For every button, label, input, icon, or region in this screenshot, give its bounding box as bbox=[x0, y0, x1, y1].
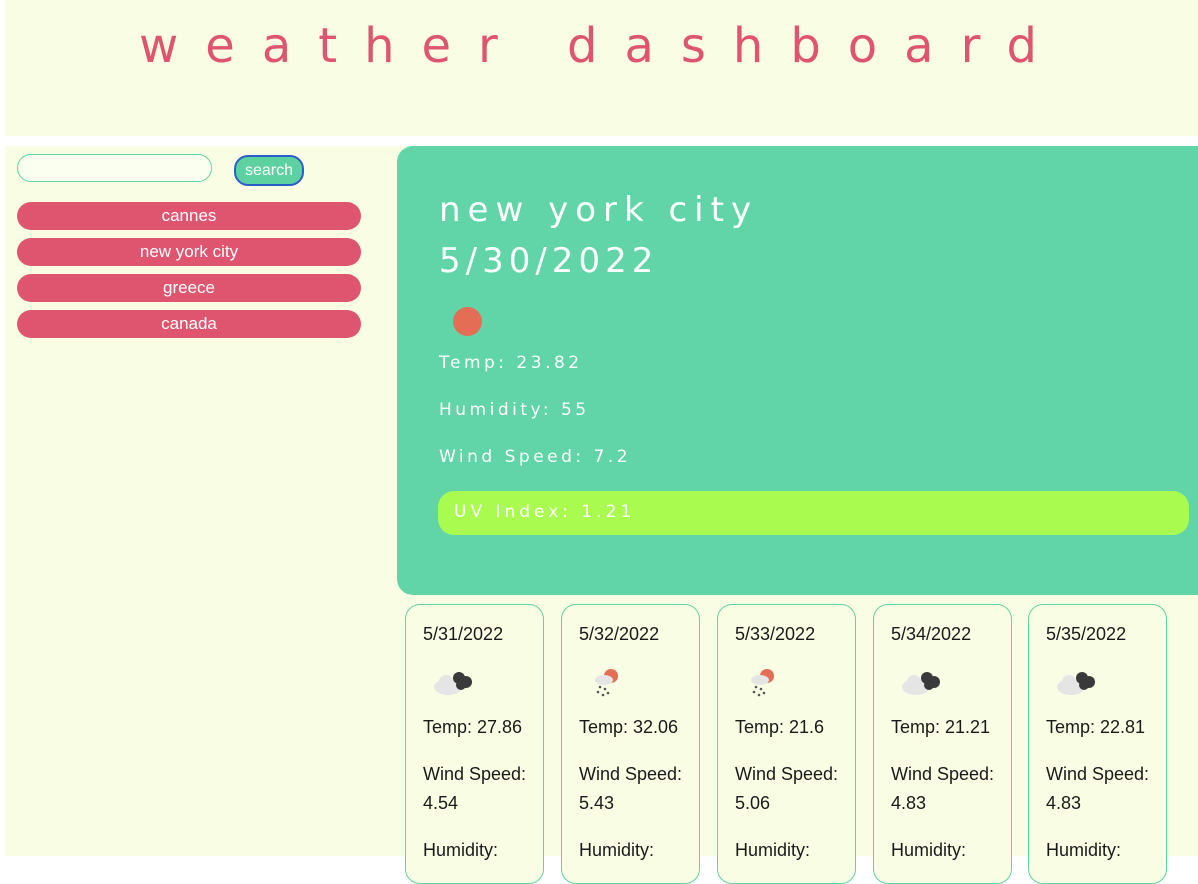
forecast-temp: Temp: 22.81 bbox=[1046, 717, 1146, 737]
forecast-wind: Wind Speed: 4.83 bbox=[1046, 764, 1150, 813]
forecast-card: 5/34/2022 Temp: 21.21 Wind Speed: 4.83 H… bbox=[873, 604, 1012, 884]
search-button[interactable]: search bbox=[234, 155, 304, 186]
forecast-details: Temp: 32.06 Wind Speed: 5.43 Humidity: bbox=[579, 713, 697, 883]
forecast-details: Temp: 22.81 Wind Speed: 4.83 Humidity: bbox=[1046, 713, 1164, 883]
forecast-date: 5/32/2022 bbox=[579, 624, 660, 644]
forecast-humidity: Humidity: bbox=[891, 840, 967, 860]
forecast-humidity: Humidity: bbox=[423, 840, 499, 860]
history-item-canada[interactable]: canada bbox=[17, 310, 361, 338]
forecast-card: 5/32/2022 Temp: 32.06 Wind Speed: 5.43 H… bbox=[561, 604, 700, 884]
current-wind-speed: Wind Speed: 7.2 bbox=[439, 447, 632, 467]
forecast-temp: Temp: 32.06 bbox=[579, 717, 679, 737]
dashboard-body: search cannes new york city greece canad… bbox=[5, 146, 1198, 884]
forecast-temp: Temp: 21.6 bbox=[735, 717, 825, 737]
history-item-greece[interactable]: greece bbox=[17, 274, 361, 302]
current-temp: Temp: 23.82 bbox=[439, 353, 583, 373]
cloud-icon bbox=[434, 672, 472, 695]
forecast-wind: Wind Speed: 4.54 bbox=[423, 764, 527, 813]
history-item-cannes[interactable]: cannes bbox=[17, 202, 361, 230]
forecast-temp: Temp: 21.21 bbox=[891, 717, 991, 737]
rain-sun-icon bbox=[595, 669, 618, 697]
current-city: new york city bbox=[439, 190, 759, 230]
sun-icon bbox=[453, 307, 482, 336]
cloud-icon bbox=[1057, 672, 1095, 695]
uv-index-bar: UV Index: 1.21 bbox=[438, 491, 1189, 535]
search-input[interactable] bbox=[17, 154, 212, 182]
history-item-new-york-city[interactable]: new york city bbox=[17, 238, 361, 266]
current-weather-panel: new york city 5/30/2022 Temp: 23.82 Humi… bbox=[397, 146, 1198, 595]
forecast-date: 5/33/2022 bbox=[735, 624, 816, 644]
forecast-wind: Wind Speed: 5.06 bbox=[735, 764, 839, 813]
forecast-card: 5/35/2022 Temp: 22.81 Wind Speed: 4.83 H… bbox=[1028, 604, 1167, 884]
forecast-date: 5/34/2022 bbox=[891, 624, 972, 644]
page-title: weather dashboard bbox=[139, 18, 1064, 74]
current-humidity: Humidity: 55 bbox=[439, 400, 590, 420]
forecast-card: 5/33/2022 Temp: 21.6 Wind Speed: 5.06 Hu… bbox=[717, 604, 856, 884]
forecast-date: 5/35/2022 bbox=[1046, 624, 1127, 644]
forecast-details: Temp: 21.6 Wind Speed: 5.06 Humidity: bbox=[735, 713, 853, 883]
forecast-wind: Wind Speed: 5.43 bbox=[579, 764, 683, 813]
forecast-wind: Wind Speed: 4.83 bbox=[891, 764, 995, 813]
forecast-temp: Temp: 27.86 bbox=[423, 717, 523, 737]
page-header: weather dashboard bbox=[5, 0, 1198, 136]
forecast-details: Temp: 27.86 Wind Speed: 4.54 Humidity: bbox=[423, 713, 541, 883]
cloud-icon bbox=[902, 672, 940, 695]
current-date: 5/30/2022 bbox=[439, 241, 659, 281]
forecast-humidity: Humidity: bbox=[579, 840, 655, 860]
forecast-card: 5/31/2022 Temp: 27.86 Wind Speed: 4.54 H… bbox=[405, 604, 544, 884]
forecast-humidity: Humidity: bbox=[1046, 840, 1122, 860]
search-history: cannes new york city greece canada bbox=[17, 202, 361, 346]
forecast-humidity: Humidity: bbox=[735, 840, 811, 860]
rain-sun-icon bbox=[751, 669, 774, 697]
forecast-date: 5/31/2022 bbox=[423, 624, 504, 644]
uv-index: UV Index: 1.21 bbox=[454, 502, 636, 522]
forecast-details: Temp: 21.21 Wind Speed: 4.83 Humidity: bbox=[891, 713, 1009, 883]
